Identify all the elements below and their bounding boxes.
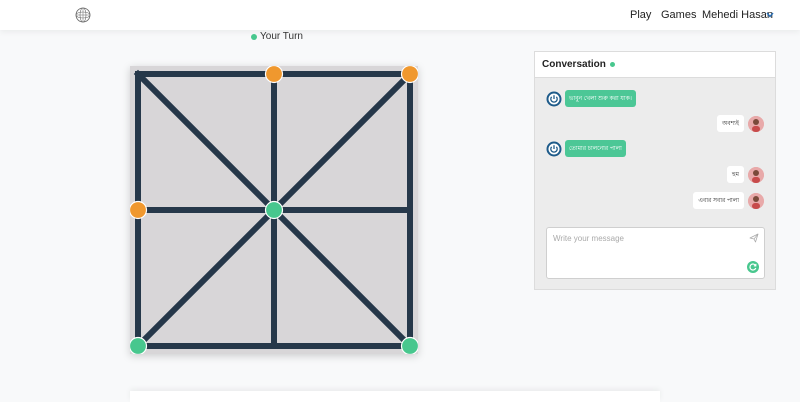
player-piece-bottom-right[interactable] xyxy=(400,336,419,355)
conversation-header: Conversation xyxy=(535,52,775,78)
message-bot-1: ভাবুন খেলা শুরু করা যাক। xyxy=(546,90,636,107)
opponent-piece-top-right[interactable] xyxy=(400,66,419,84)
refresh-icon[interactable] xyxy=(747,261,759,273)
opponent-piece-top-center[interactable] xyxy=(264,66,284,84)
paper-plane-icon[interactable] xyxy=(749,233,759,243)
message-text: হুম xyxy=(726,166,744,183)
player-piece-center[interactable] xyxy=(264,200,284,220)
message-user-2: হুম xyxy=(726,166,764,183)
message-text: তোমার চালনোর পালা xyxy=(565,140,626,157)
message-input[interactable] xyxy=(547,228,764,278)
online-status-icon xyxy=(609,62,615,67)
message-text: ভাবুন খেলা শুরু করা যাক। xyxy=(565,90,636,107)
nav-play-link[interactable]: Play xyxy=(630,9,651,21)
user-avatar xyxy=(748,115,764,132)
message-user-1: অবশ্যই xyxy=(717,115,764,132)
user-avatar xyxy=(748,192,764,209)
conversation-panel: Conversation ভাবুন খেলা শুরু করা যাক। অব… xyxy=(534,51,776,290)
message-compose-box xyxy=(546,227,765,279)
turn-dot-icon xyxy=(251,33,257,40)
message-user-3: এবার সবার পালা xyxy=(693,192,764,209)
game-board[interactable] xyxy=(130,66,418,354)
turn-indicator: Your Turn xyxy=(251,31,303,42)
opponent-piece-middle-left[interactable] xyxy=(130,200,148,220)
sphere-logo-icon[interactable] xyxy=(74,6,92,24)
navbar: Play Games Mehedi Hasan xyxy=(0,0,800,30)
turn-label: Your Turn xyxy=(260,31,303,42)
message-text: অবশ্যই xyxy=(717,115,744,132)
bot-power-icon xyxy=(546,141,562,156)
nav-user-menu[interactable]: Mehedi Hasan xyxy=(702,9,773,21)
user-avatar xyxy=(748,166,764,183)
bot-power-icon xyxy=(546,91,562,106)
player-piece-bottom-left[interactable] xyxy=(130,336,148,355)
conversation-title: Conversation xyxy=(542,59,606,70)
message-text: এবার সবার পালা xyxy=(693,192,744,209)
nav-games-link[interactable]: Games xyxy=(661,9,696,21)
message-bot-2: তোমার চালনোর পালা xyxy=(546,140,626,157)
chevron-down-icon[interactable] xyxy=(765,10,775,20)
footer-panel xyxy=(130,391,660,402)
